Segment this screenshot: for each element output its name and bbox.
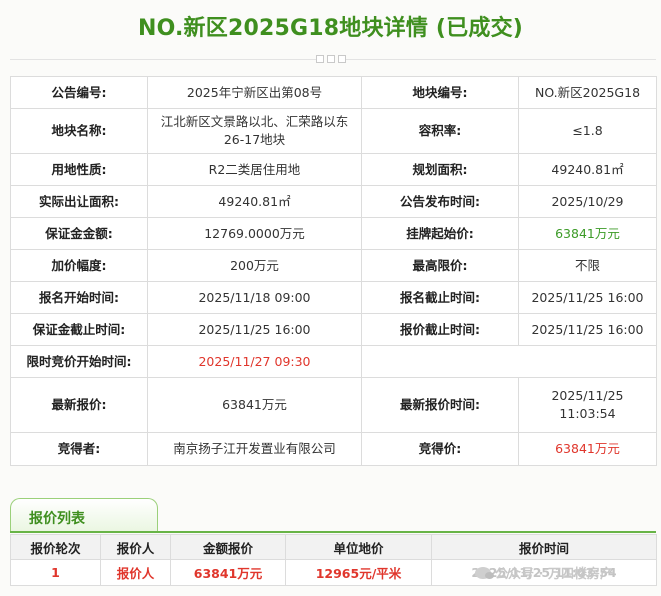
actual-area-value: 49240.81㎡ (147, 185, 362, 218)
publish-time-label: 公告发布时间: (361, 185, 519, 218)
wechat-icon (475, 566, 494, 579)
starting-price-value: 63841万元 (518, 217, 657, 250)
bid-deadline-label: 报价截止时间: (361, 313, 519, 346)
planned-area-label: 规划面积: (361, 153, 519, 186)
bid-unit-price: 12965元/平米 (285, 559, 432, 586)
plot-name-value: 江北新区文景路以北、汇荣路以东26-17地块 (147, 108, 362, 154)
deposit-label: 保证金金额: (10, 217, 148, 250)
bid-time: 2025/11/25 11:03:54 公众号 · 万四楼房产 (431, 559, 657, 586)
divider-ornament (316, 53, 346, 65)
info-row: 竞得者: 南京扬子江开发置业有限公司 竞得价: 63841万元 (10, 432, 657, 466)
bid-list-header-row: 报价轮次 报价人 金额报价 单位地价 报价时间 (10, 534, 657, 560)
bid-list-table: 报价轮次 报价人 金额报价 单位地价 报价时间 1 报价人 63841万元 12… (10, 534, 657, 586)
latest-bid-time-value: 2025/11/25 11:03:54 (518, 377, 657, 433)
land-use-label: 用地性质: (10, 153, 148, 186)
winner-value: 南京扬子江开发置业有限公司 (147, 432, 362, 466)
table-row: 1 报价人 63841万元 12965元/平米 2025/11/25 11:03… (10, 559, 657, 586)
bid-bidder: 报价人 (100, 559, 171, 586)
info-row: 地块名称: 江北新区文景路以北、汇荣路以东26-17地块 容积率: ≤1.8 (10, 108, 657, 154)
info-row: 实际出让面积: 49240.81㎡ 公告发布时间: 2025/10/29 (10, 185, 657, 218)
timed-auction-start-value: 2025/11/27 09:30 (147, 345, 362, 378)
latest-bid-time-label: 最新报价时间: (361, 377, 519, 433)
land-info-table: 公告编号: 2025年宁新区出第08号 地块编号: NO.新区2025G18 地… (10, 76, 657, 466)
info-row: 保证金截止时间: 2025/11/25 16:00 报价截止时间: 2025/1… (10, 313, 657, 346)
deposit-value: 12769.0000万元 (147, 217, 362, 250)
watermark: 公众号 · 万四楼房产 (432, 560, 656, 585)
deposit-deadline-label: 保证金截止时间: (10, 313, 148, 346)
col-header-amount: 金额报价 (170, 534, 286, 560)
timed-auction-start-label: 限时竞价开始时间: (10, 345, 148, 378)
col-header-bidder: 报价人 (100, 534, 171, 560)
plot-ratio-value: ≤1.8 (518, 108, 657, 154)
bid-list-tab-bar: 报价列表 (10, 498, 656, 533)
info-row: 报名开始时间: 2025/11/18 09:00 报名截止时间: 2025/11… (10, 281, 657, 314)
tab-bid-list-label: 报价列表 (29, 511, 85, 527)
winning-price-value: 63841万元 (518, 432, 657, 466)
notice-number-value: 2025年宁新区出第08号 (147, 76, 362, 109)
max-price-label: 最高限价: (361, 249, 519, 282)
col-header-unit-price: 单位地价 (285, 534, 432, 560)
planned-area-value: 49240.81㎡ (518, 153, 657, 186)
publish-time-value: 2025/10/29 (518, 185, 657, 218)
increment-label: 加价幅度: (10, 249, 148, 282)
plot-number-value: NO.新区2025G18 (518, 76, 657, 109)
latest-bid-label: 最新报价: (10, 377, 148, 433)
info-row: 限时竞价开始时间: 2025/11/27 09:30 (10, 345, 657, 378)
bid-round: 1 (10, 559, 101, 586)
registration-start-label: 报名开始时间: (10, 281, 148, 314)
land-use-value: R2二类居住用地 (147, 153, 362, 186)
plot-ratio-label: 容积率: (361, 108, 519, 154)
actual-area-label: 实际出让面积: (10, 185, 148, 218)
notice-number-label: 公告编号: (10, 76, 148, 109)
page-title: NO.新区2025G18地块详情 (已成交) (137, 16, 524, 41)
starting-price-label: 挂牌起始价: (361, 217, 519, 250)
registration-end-value: 2025/11/25 16:00 (518, 281, 657, 314)
deposit-deadline-value: 2025/11/25 16:00 (147, 313, 362, 346)
max-price-value: 不限 (518, 249, 657, 282)
col-header-time: 报价时间 (431, 534, 657, 560)
registration-end-label: 报名截止时间: (361, 281, 519, 314)
land-detail-page: NO.新区2025G18地块详情 (已成交) 公告编号: 2025年宁新区出第0… (0, 0, 661, 596)
watermark-text: 公众号 · 万四楼房产 (495, 567, 613, 582)
info-row: 公告编号: 2025年宁新区出第08号 地块编号: NO.新区2025G18 (10, 76, 657, 109)
bid-deadline-value: 2025/11/25 16:00 (518, 313, 657, 346)
info-row: 保证金金额: 12769.0000万元 挂牌起始价: 63841万元 (10, 217, 657, 250)
info-row: 加价幅度: 200万元 最高限价: 不限 (10, 249, 657, 282)
info-row: 最新报价: 63841万元 最新报价时间: 2025/11/25 11:03:5… (10, 377, 657, 433)
winner-label: 竞得者: (10, 432, 148, 466)
registration-start-value: 2025/11/18 09:00 (147, 281, 362, 314)
bid-amount: 63841万元 (170, 559, 286, 586)
plot-number-label: 地块编号: (361, 76, 519, 109)
tab-bid-list[interactable]: 报价列表 (10, 498, 158, 532)
plot-name-label: 地块名称: (10, 108, 148, 154)
col-header-round: 报价轮次 (10, 534, 101, 560)
empty-cell (361, 345, 657, 378)
info-row: 用地性质: R2二类居住用地 规划面积: 49240.81㎡ (10, 153, 657, 186)
increment-value: 200万元 (147, 249, 362, 282)
winning-price-label: 竞得价: (361, 432, 519, 466)
tab-underline (10, 531, 656, 533)
latest-bid-value: 63841万元 (147, 377, 362, 433)
